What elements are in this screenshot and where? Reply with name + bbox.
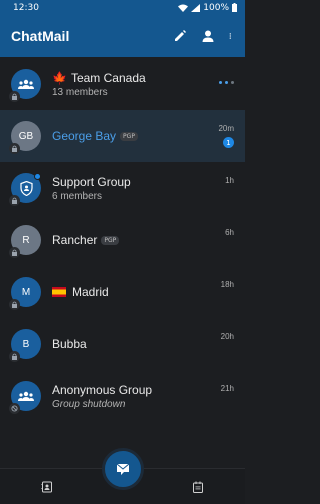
avatar: R (9, 225, 41, 258)
lock-icon (9, 299, 20, 310)
conversation-row-anonymous-group[interactable]: Anonymous Group Group shutdown 21h (0, 370, 245, 422)
online-indicator (34, 173, 41, 180)
avatar (9, 173, 41, 206)
unread-badge: 1 (223, 137, 234, 148)
conversation-name: Support Group (52, 175, 205, 189)
avatar (9, 69, 41, 102)
conversation-name: 🍁 Team Canada (52, 71, 205, 85)
conversation-subtitle: 6 members (52, 190, 103, 202)
conversation-name: Bubba (52, 337, 205, 351)
edit-icon[interactable] (173, 29, 187, 43)
conversation-row-george-bay[interactable]: GB George Bay PGP 20m 1 (0, 110, 245, 162)
app-bar: ChatMail (0, 15, 245, 57)
conversation-name-text: Support Group (52, 174, 131, 189)
conversation-name: Anonymous Group (52, 383, 205, 397)
pgp-badge: PGP (101, 235, 120, 245)
conversation-row-rancher[interactable]: R Rancher PGP 6h (0, 214, 245, 266)
conversation-time: 6h (225, 228, 234, 237)
profile-icon[interactable] (201, 29, 215, 43)
flag-icon (52, 287, 66, 297)
conversation-subtitle: Group shutdown (52, 398, 126, 410)
conversation-time: 18h (220, 280, 234, 289)
conversation-text: George Bay PGP (52, 110, 205, 162)
conversation-time: 1h (225, 176, 234, 185)
typing-indicator (219, 81, 234, 84)
conversation-text: Support Group 6 members (52, 162, 205, 214)
conversation-name: George Bay PGP (52, 129, 205, 143)
wifi-icon (178, 4, 189, 12)
calendar-icon[interactable] (192, 481, 204, 493)
conversation-name-text: Bubba (52, 337, 87, 351)
more-options-icon[interactable] (229, 29, 235, 43)
chat-bubble-icon (116, 463, 130, 475)
pgp-badge: PGP (120, 131, 138, 141)
avatar: M (9, 277, 41, 310)
status-bar: 12:30 100% (0, 0, 245, 15)
signal-icon (191, 3, 201, 12)
conversation-name-text: Madrid (72, 285, 109, 299)
avatar: GB (9, 121, 41, 154)
status-indicators: 100% (178, 3, 237, 13)
conversation-name: Rancher PGP (52, 233, 205, 247)
conversation-time: 20m (218, 124, 234, 133)
conversation-row-madrid[interactable]: M Madrid 18h (0, 266, 245, 318)
conversation-name: Madrid (52, 285, 205, 299)
conversation-text: 🍁 Team Canada 13 members (52, 58, 205, 110)
conversation-name-text: Team Canada (70, 70, 146, 85)
avatar: B (9, 329, 41, 362)
group-icon (18, 391, 34, 401)
lock-icon (9, 351, 20, 362)
conversation-row-team-canada[interactable]: 🍁 Team Canada 13 members (0, 58, 245, 110)
lock-icon (9, 143, 20, 154)
shield-icon (19, 180, 33, 196)
conversation-time: 20h (220, 332, 234, 341)
lock-icon (9, 247, 20, 258)
status-time: 12:30 (13, 2, 39, 13)
contacts-icon[interactable] (41, 481, 53, 493)
conversation-subtitle: 13 members (52, 86, 108, 98)
battery-percent: 100% (203, 2, 229, 13)
avatar (9, 381, 41, 414)
conversation-time: 21h (220, 384, 234, 393)
conversation-text: Madrid (52, 266, 205, 318)
app-title: ChatMail (11, 28, 70, 44)
lock-icon (9, 91, 20, 102)
conversation-name-text: Anonymous Group (52, 382, 153, 397)
conversation-row-bubba[interactable]: B Bubba 20h (0, 318, 245, 370)
lock-icon (9, 195, 20, 206)
conversation-text: Bubba (52, 318, 205, 370)
conversation-row-support-group[interactable]: Support Group 6 members 1h (0, 162, 245, 214)
group-icon (18, 79, 34, 89)
app-bar-actions (173, 29, 235, 43)
conversation-text: Anonymous Group Group shutdown (52, 370, 205, 422)
blocked-icon (9, 403, 20, 414)
battery-icon (232, 3, 237, 12)
conversation-name-text: George Bay (52, 129, 117, 143)
conversation-name-text: Rancher (52, 233, 98, 247)
flag-icon: 🍁 (52, 70, 67, 85)
conversation-text: Rancher PGP (52, 214, 205, 266)
compose-chat-button[interactable] (102, 448, 144, 490)
